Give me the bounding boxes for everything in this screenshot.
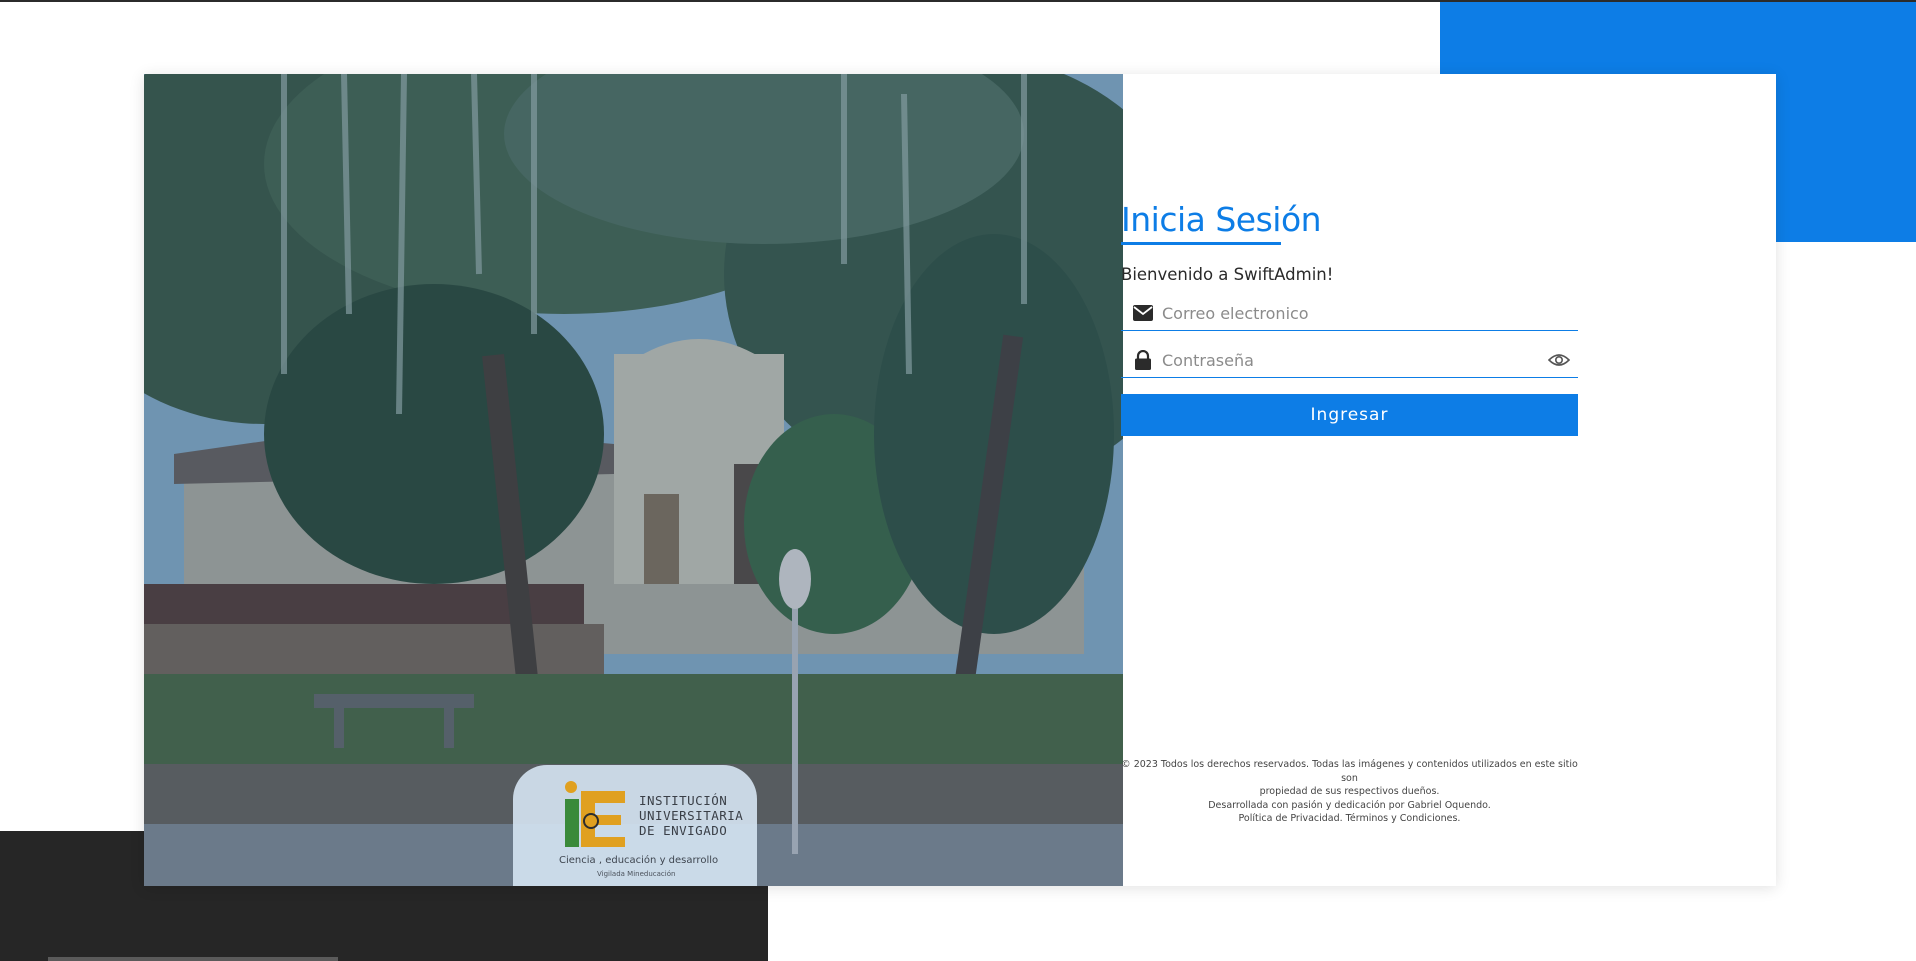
lock-icon (1132, 349, 1154, 371)
email-field-wrapper (1121, 296, 1578, 331)
copyright-text: © 2023 Todos los derechos reservados. To… (1121, 759, 1578, 784)
eye-icon[interactable] (1546, 347, 1572, 373)
credits-text: Desarrollada con pasión y dedicación por… (1208, 799, 1491, 811)
envelope-icon (1132, 302, 1154, 324)
bottom-strip (48, 957, 338, 961)
institution-name-line: Institución (639, 793, 728, 808)
password-input[interactable] (1162, 345, 1546, 375)
copyright-text-cont: propiedad de sus respectivos dueños. (1259, 786, 1440, 797)
login-page: Institución Universitaria de Envigado Ci… (0, 0, 1916, 961)
login-button[interactable]: Ingresar (1121, 394, 1578, 436)
login-form: Inicia Sesión Bienvenido a SwiftAdmin! C… (1121, 200, 1578, 436)
institution-name-line: de Envigado (639, 823, 728, 838)
institution-name-line: Universitaria (639, 808, 744, 823)
page-title: Inicia Sesión (1121, 200, 1322, 239)
email-input[interactable] (1162, 298, 1578, 328)
login-card: Institución Universitaria de Envigado Ci… (144, 74, 1776, 886)
welcome-text: Bienvenido a SwiftAdmin! (1121, 265, 1334, 284)
campus-photo: Institución Universitaria de Envigado Ci… (144, 74, 1123, 886)
institution-tagline: Ciencia , educación y desarrollo (559, 855, 719, 866)
institution-name: Institución Universitaria de Envigado (639, 793, 749, 838)
institution-sub: Vigilada Mineducación (597, 870, 676, 878)
institution-logo-badge: Institución Universitaria de Envigado Ci… (513, 765, 757, 886)
policy-links[interactable]: Política de Privacidad. Términos y Condi… (1121, 812, 1578, 826)
institution-logo-icon (565, 781, 625, 847)
legal-footer: © 2023 Todos los derechos reservados. To… (1121, 758, 1578, 826)
password-field-wrapper (1121, 343, 1578, 378)
title-underline (1121, 242, 1281, 245)
